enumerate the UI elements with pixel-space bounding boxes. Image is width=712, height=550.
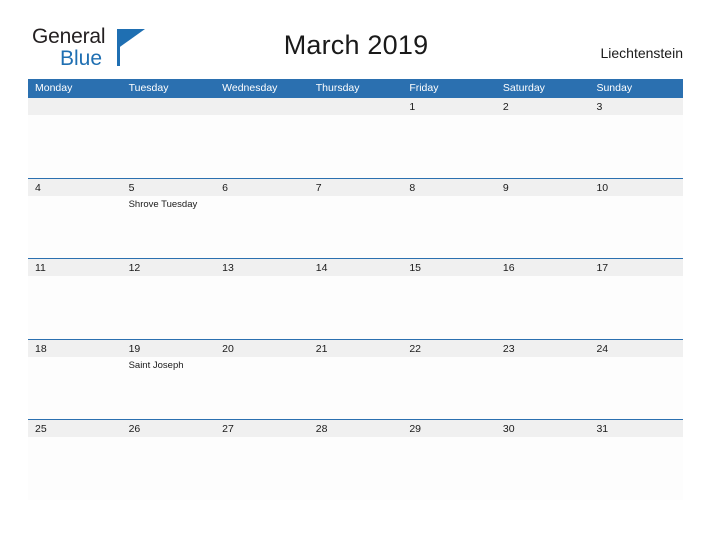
day-cell[interactable]: 7 (308, 178, 403, 258)
weekday-saturday: Saturday (502, 82, 545, 94)
day-cell[interactable]: 20 (215, 339, 309, 419)
day-cell[interactable]: 4 (28, 178, 122, 258)
weekday-header-row: Monday Tuesday Wednesday Thursday Friday… (28, 79, 683, 97)
weekday-tuesday: Tuesday (128, 82, 169, 94)
day-number: 13 (222, 262, 234, 274)
weekday-thursday: Thursday (315, 82, 360, 94)
day-cell[interactable]: 21 (308, 339, 403, 419)
day-number: 22 (409, 342, 421, 355)
day-number: 26 (128, 423, 141, 435)
day-number: 1 (409, 101, 416, 113)
day-number: 11 (35, 262, 46, 274)
day-cell[interactable]: 6 (215, 178, 309, 258)
day-number: 18 (35, 342, 47, 355)
day-number: 27 (222, 423, 234, 435)
day-number: 17 (596, 262, 609, 274)
day-number: 12 (128, 262, 141, 274)
day-cell[interactable]: 29 (402, 420, 496, 500)
day-number: 8 (409, 181, 416, 194)
day-number: 20 (222, 342, 234, 355)
day-cell[interactable]: 1 (402, 98, 496, 178)
day-cell[interactable]: 28 (308, 420, 403, 500)
week-row: 1 2 3 (28, 97, 684, 178)
day-number: 10 (596, 181, 609, 194)
weekday-friday: Friday (409, 82, 439, 94)
day-cell[interactable] (308, 98, 403, 178)
region-label: Liechtenstein (600, 45, 683, 61)
day-number: 19 (128, 342, 141, 355)
day-cell[interactable]: 15 (402, 259, 496, 339)
week-row: 11 12 13 14 15 16 17 (28, 258, 684, 339)
day-cell[interactable]: 31 (589, 420, 684, 500)
day-number: 4 (35, 181, 41, 194)
day-number: 31 (596, 423, 609, 435)
day-cell[interactable]: 12 (121, 259, 216, 339)
weekday-monday: Monday (35, 82, 73, 94)
day-cell[interactable]: 14 (308, 259, 403, 339)
day-cell[interactable]: 22 (402, 339, 496, 419)
day-number: 30 (502, 423, 515, 435)
week-row: 25 26 27 28 29 30 31 (28, 419, 684, 500)
day-cell[interactable]: 16 (495, 259, 590, 339)
day-number: 7 (315, 181, 322, 194)
calendar-grid: Monday Tuesday Wednesday Thursday Friday… (28, 79, 684, 500)
day-number: 25 (35, 423, 47, 435)
day-number: 29 (409, 423, 421, 435)
weekday-wednesday: Wednesday (222, 82, 278, 94)
day-number: 9 (502, 181, 509, 194)
day-number: 15 (409, 262, 421, 274)
day-number: 16 (502, 262, 515, 274)
day-event: Saint Joseph (128, 359, 184, 371)
day-cell[interactable]: 23 (495, 339, 590, 419)
day-number: 5 (128, 181, 135, 194)
day-cell[interactable]: 26 (121, 420, 216, 500)
day-cell[interactable]: 24 (589, 339, 684, 419)
day-number: 23 (502, 342, 515, 355)
day-number: 2 (502, 101, 509, 113)
week-row: 18 19 Saint Joseph 20 21 22 23 24 (28, 338, 684, 419)
day-cell[interactable]: 19 Saint Joseph (121, 339, 216, 419)
day-cell[interactable]: 30 (495, 420, 590, 500)
day-cell[interactable]: 18 (28, 339, 122, 419)
week-row: 4 5 Shrove Tuesday 6 7 8 9 10 (28, 177, 684, 258)
day-event: Shrove Tuesday (128, 198, 198, 210)
day-cell[interactable]: 17 (589, 259, 684, 339)
day-number: 21 (315, 342, 328, 355)
day-number: 24 (596, 342, 609, 355)
day-number: 3 (596, 101, 603, 113)
day-cell[interactable]: 2 (495, 98, 590, 178)
day-cell[interactable]: 8 (402, 178, 496, 258)
day-number: 28 (315, 423, 328, 435)
page-header: General Blue March 2019 Liechtenstein (0, 0, 712, 70)
day-number: 6 (222, 181, 228, 194)
day-number: 14 (315, 262, 328, 274)
day-cell[interactable]: 3 (589, 98, 684, 178)
day-cell[interactable] (215, 98, 309, 178)
day-cell[interactable]: 13 (215, 259, 309, 339)
day-cell[interactable] (28, 98, 122, 178)
calendar-page: General Blue March 2019 Liechtenstein Mo… (0, 0, 712, 550)
day-cell[interactable]: 25 (28, 420, 122, 500)
day-cell[interactable]: 5 Shrove Tuesday (121, 178, 216, 258)
day-cell[interactable]: 11 (28, 259, 122, 339)
day-cell[interactable]: 27 (215, 420, 309, 500)
weekday-sunday: Sunday (596, 82, 633, 94)
day-cell[interactable] (121, 98, 216, 178)
day-cell[interactable]: 10 (589, 178, 684, 258)
day-cell[interactable]: 9 (495, 178, 590, 258)
